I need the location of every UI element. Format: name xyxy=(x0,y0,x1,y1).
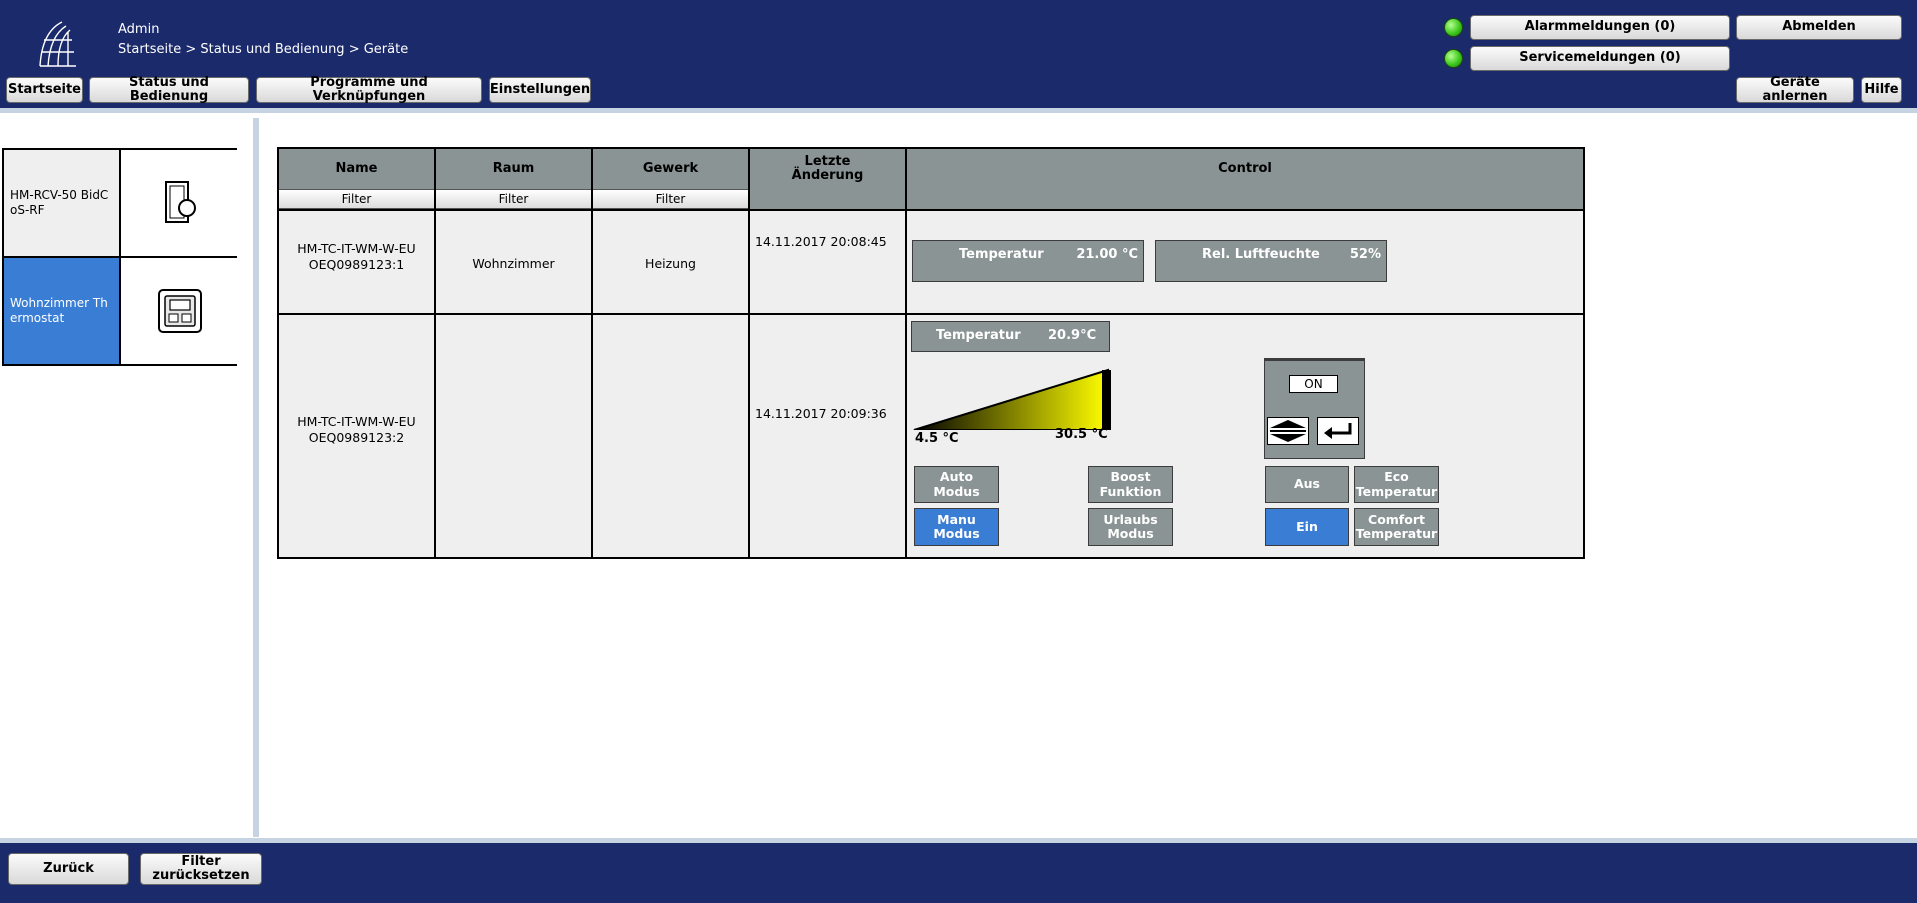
slider-ramp xyxy=(913,368,1111,431)
nav-startseite[interactable]: Startseite xyxy=(6,77,83,103)
humidity-value: 52% xyxy=(1349,247,1381,262)
eco-temperature-button[interactable]: Eco Temperatur xyxy=(1354,466,1439,503)
device-list-panel: HM-RCV-50 BidCoS-RF Wohnzimmer Thermosta… xyxy=(0,118,259,837)
temperature-label: Temperatur xyxy=(959,247,1044,262)
temperature-value: 20.9°C xyxy=(1048,328,1097,343)
humidity-label: Rel. Luftfeuchte xyxy=(1202,247,1320,262)
device-type: HM-TC-IT-WM-W-EU xyxy=(297,414,416,429)
footer-bar: Zurück Filter zurücksetzen xyxy=(0,838,1917,903)
on-value-display: ON xyxy=(1289,375,1338,393)
setpoint-temperature-display: Temperatur 20.9°C xyxy=(911,321,1110,352)
row2-last-change: 14.11.2017 20:09:36 xyxy=(755,406,887,421)
nav-einstellungen[interactable]: Einstellungen xyxy=(489,77,591,103)
off-button[interactable]: Aus xyxy=(1265,466,1349,503)
filter-empty-cell xyxy=(750,189,905,209)
device-icon-cell xyxy=(122,258,237,364)
humidity-display: Rel. Luftfeuchte 52% xyxy=(1155,240,1387,282)
device-table: Name Raum Gewerk Letzte Änderung Control… xyxy=(277,147,1585,559)
device-serial: OEQ0989123:2 xyxy=(308,429,405,445)
slider-handle[interactable] xyxy=(1102,370,1111,430)
device-type: HM-TC-IT-WM-W-EU xyxy=(297,241,416,256)
up-down-arrows-icon[interactable] xyxy=(1267,417,1309,445)
row-divider xyxy=(279,209,1583,211)
breadcrumb: Startseite > Status und Bedienung > Gerä… xyxy=(118,42,409,57)
header-trade[interactable]: Gewerk xyxy=(593,149,748,189)
header-control: Control xyxy=(907,149,1583,189)
slider-max-label: 30.5 °C xyxy=(1055,427,1108,442)
row1-room: Wohnzimmer xyxy=(472,256,555,271)
row1-last-change: 14.11.2017 20:08:45 xyxy=(755,234,887,249)
device-item-thermostat[interactable]: Wohnzimmer Thermostat xyxy=(2,256,237,366)
on-off-control-box: ON xyxy=(1264,358,1365,459)
header-name[interactable]: Name xyxy=(279,149,434,189)
remote-device-icon xyxy=(164,181,196,223)
device-item-label: HM-RCV-50 BidCoS-RF xyxy=(4,150,121,256)
help-button[interactable]: Hilfe xyxy=(1861,77,1902,103)
vacation-mode-button[interactable]: Urlaubs Modus xyxy=(1088,508,1173,546)
header-bar: Admin Startseite > Status und Bedienung … xyxy=(0,0,1917,113)
row-divider xyxy=(279,313,1583,315)
nav-programme-und-verknuepfungen[interactable]: Programme und Verknüpfungen xyxy=(256,75,482,104)
device-item-label: Wohnzimmer Thermostat xyxy=(4,258,121,364)
service-status-led xyxy=(1444,49,1463,68)
temperature-slider[interactable]: 4.5 °C 30.5 °C xyxy=(912,368,1112,452)
header-room[interactable]: Raum xyxy=(436,149,591,189)
temperature-label: Temperatur xyxy=(936,328,1021,343)
filter-trade-button[interactable]: Filter xyxy=(593,189,748,209)
slider-min-label: 4.5 °C xyxy=(915,431,959,446)
filter-name-button[interactable]: Filter xyxy=(279,189,434,209)
alarm-status-led xyxy=(1444,18,1463,37)
row1-trade: Heizung xyxy=(645,256,696,271)
filter-empty-cell xyxy=(907,189,1583,209)
comfort-temperature-button[interactable]: Comfort Temperatur xyxy=(1354,508,1439,546)
on-button[interactable]: Ein xyxy=(1265,508,1349,546)
user-name: Admin xyxy=(118,22,160,37)
temperature-value: 21.00 °C xyxy=(1076,247,1138,262)
filter-room-button[interactable]: Filter xyxy=(436,189,591,209)
homematic-logo xyxy=(39,21,76,67)
header-last-change[interactable]: Letzte Änderung xyxy=(750,149,905,189)
boost-function-button[interactable]: Boost Funktion xyxy=(1088,466,1173,503)
row2-name: HM-TC-IT-WM-W-EU OEQ0989123:2 xyxy=(279,414,434,445)
teach-devices-button[interactable]: Geräte anlernen xyxy=(1736,75,1854,104)
thermostat-icon xyxy=(157,289,202,333)
device-serial: OEQ0989123:1 xyxy=(308,256,405,272)
row1-name: HM-TC-IT-WM-W-EU OEQ0989123:1 xyxy=(279,241,434,272)
enter-icon[interactable] xyxy=(1317,417,1359,445)
service-messages-button[interactable]: Servicemeldungen (0) xyxy=(1470,46,1730,71)
nav-status-und-bedienung[interactable]: Status und Bedienung xyxy=(89,75,249,104)
back-button[interactable]: Zurück xyxy=(8,853,129,885)
manual-mode-button[interactable]: Manu Modus xyxy=(914,508,999,546)
alarm-messages-button[interactable]: Alarmmeldungen (0) xyxy=(1470,15,1730,40)
reset-filter-button[interactable]: Filter zurücksetzen xyxy=(140,853,262,885)
temperature-display: Temperatur 21.00 °C xyxy=(912,240,1144,282)
auto-mode-button[interactable]: Auto Modus xyxy=(914,466,999,503)
logout-button[interactable]: Abmelden xyxy=(1736,15,1902,40)
device-item-rcv[interactable]: HM-RCV-50 BidCoS-RF xyxy=(2,148,237,258)
device-icon-cell xyxy=(122,150,237,256)
